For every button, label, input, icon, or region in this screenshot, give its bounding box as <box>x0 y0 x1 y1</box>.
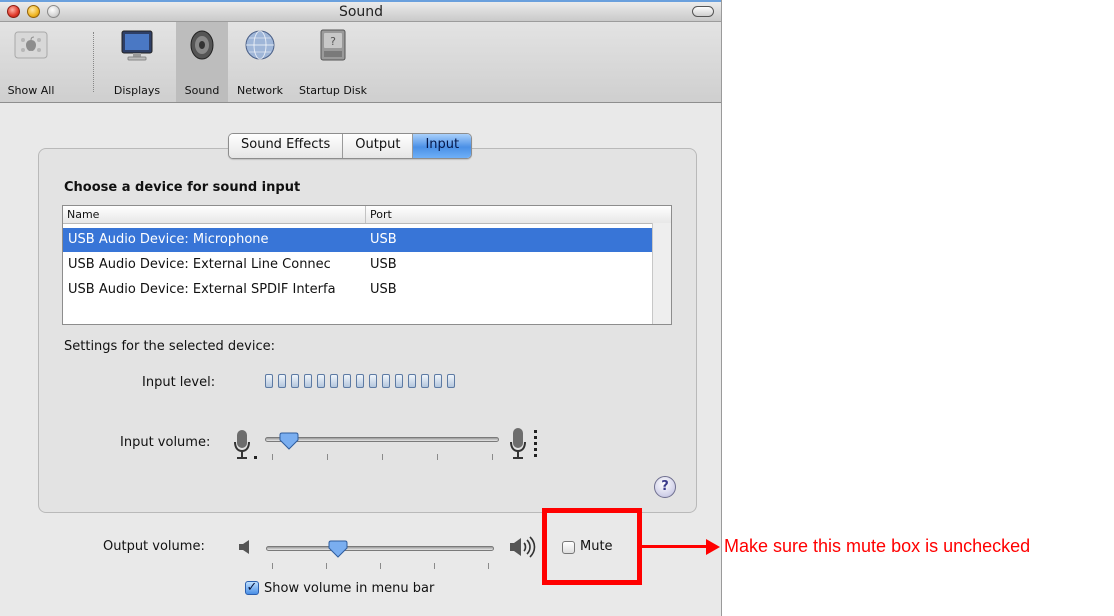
disk-icon: ? <box>320 29 346 61</box>
slider-tick <box>488 563 489 569</box>
input-device-table: Name Port USB Audio Device: Microphone U… <box>62 205 672 325</box>
input-settings-panel <box>38 148 697 513</box>
input-level-segment <box>343 374 351 388</box>
input-level-segment <box>395 374 403 388</box>
device-name: USB Audio Device: External Line Connec <box>68 257 331 272</box>
title-bar[interactable]: Sound <box>0 0 721 22</box>
svg-text:?: ? <box>330 35 336 48</box>
device-list-heading: Choose a device for sound input <box>64 180 301 195</box>
input-volume-track[interactable] <box>265 437 499 442</box>
toolbar-sound[interactable]: Sound <box>176 22 228 102</box>
tab-bar: Sound Effects Output Input <box>228 133 473 159</box>
toolbar-label: Displays <box>113 84 161 97</box>
input-level-segment <box>278 374 286 388</box>
input-level-segment <box>304 374 312 388</box>
show-volume-checkbox[interactable]: ✓ <box>245 581 259 595</box>
input-level-segment <box>408 374 416 388</box>
slider-tick <box>380 563 381 569</box>
annotation-arrow-head <box>706 539 720 555</box>
input-volume-slider-thumb[interactable] <box>279 432 299 450</box>
speaker-low-icon <box>239 540 249 554</box>
device-name: USB Audio Device: External SPDIF Interfa <box>68 282 336 297</box>
input-level-segment <box>382 374 390 388</box>
input-level-segment <box>434 374 442 388</box>
tab-sound-effects[interactable]: Sound Effects <box>229 134 344 158</box>
input-level-segment <box>317 374 325 388</box>
tab-output[interactable]: Output <box>343 134 414 158</box>
slider-tick <box>437 454 438 460</box>
output-volume-slider-thumb[interactable] <box>328 540 348 558</box>
toolbar-startup-disk[interactable]: ? Startup Disk <box>294 22 372 102</box>
speaker-high-icon <box>510 536 536 558</box>
input-level-segment <box>265 374 273 388</box>
globe-icon <box>245 30 275 60</box>
annotation-text: Make sure this mute box is unchecked <box>724 536 1031 556</box>
show-volume-label[interactable]: Show volume in menu bar <box>264 581 434 596</box>
microphone-low-icon <box>234 430 257 459</box>
input-level-segment <box>369 374 377 388</box>
toolbar-label: Show All <box>7 84 55 97</box>
column-divider <box>365 206 366 223</box>
table-row[interactable]: USB Audio Device: External SPDIF Interfa… <box>63 278 653 302</box>
annotation-arrow-line <box>642 545 710 548</box>
device-port: USB <box>370 282 397 297</box>
column-header-name[interactable]: Name <box>67 208 99 221</box>
input-level-segment <box>291 374 299 388</box>
slider-tick <box>272 454 273 460</box>
help-button[interactable]: ? <box>654 476 676 498</box>
output-volume-label: Output volume: <box>103 539 205 554</box>
toolbar-separator <box>93 32 94 92</box>
microphone-high-icon <box>510 428 537 459</box>
table-header: Name Port <box>63 206 671 224</box>
mute-highlight-box <box>542 508 642 585</box>
toolbar-displays[interactable]: Displays <box>98 22 176 102</box>
tab-input[interactable]: Input <box>413 134 472 158</box>
input-level-meter <box>265 374 455 388</box>
slider-tick <box>382 454 383 460</box>
toolbar-label: Network <box>237 84 283 97</box>
input-level-segment <box>330 374 338 388</box>
apple-icon <box>14 31 48 59</box>
device-port: USB <box>370 232 397 247</box>
toolbar-toggle-button[interactable] <box>692 6 714 17</box>
table-row[interactable]: USB Audio Device: Microphone USB <box>63 228 653 252</box>
toolbar-network[interactable]: Network <box>228 22 292 102</box>
window-title: Sound <box>338 4 384 20</box>
slider-tick <box>326 563 327 569</box>
slider-tick <box>272 563 273 569</box>
settings-label: Settings for the selected device: <box>64 339 276 354</box>
speaker-icon <box>190 30 214 60</box>
toolbar-label: Sound <box>184 84 220 97</box>
input-level-segment <box>421 374 429 388</box>
device-port: USB <box>370 257 397 272</box>
slider-tick <box>492 454 493 460</box>
input-level-segment <box>356 374 364 388</box>
slider-tick <box>327 454 328 460</box>
device-name: USB Audio Device: Microphone <box>68 232 269 247</box>
output-volume-track[interactable] <box>266 546 494 551</box>
slider-tick <box>434 563 435 569</box>
display-icon <box>121 30 153 61</box>
input-level-label: Input level: <box>142 375 216 390</box>
input-volume-label: Input volume: <box>120 435 211 450</box>
table-row[interactable]: USB Audio Device: External Line Connec U… <box>63 253 653 277</box>
toolbar-show-all[interactable]: Show All <box>2 22 60 102</box>
toolbar-label: Startup Disk <box>299 84 367 97</box>
column-header-port[interactable]: Port <box>370 208 392 221</box>
input-level-segment <box>447 374 455 388</box>
preferences-toolbar: Show All Displays Sound Network ? Startu… <box>0 22 721 103</box>
table-scrollbar[interactable] <box>652 223 671 324</box>
